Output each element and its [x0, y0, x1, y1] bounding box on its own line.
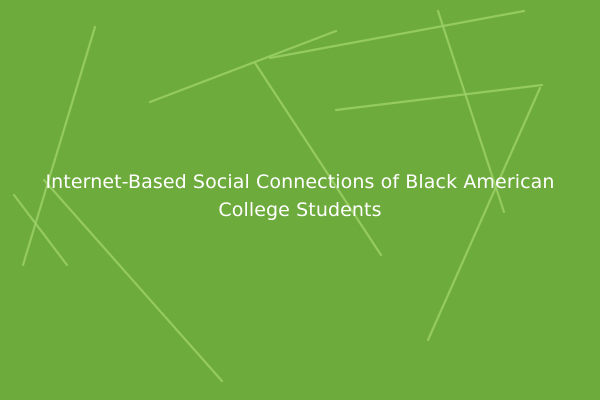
decorative-line — [21, 25, 97, 267]
cover-image: Internet-Based Social Connections of Bla… — [0, 0, 600, 400]
decorative-line — [268, 9, 526, 60]
decorative-line — [253, 61, 383, 257]
cover-title: Internet-Based Social Connections of Bla… — [45, 171, 555, 221]
decorative-line — [334, 83, 544, 112]
decorative-line — [148, 29, 338, 104]
